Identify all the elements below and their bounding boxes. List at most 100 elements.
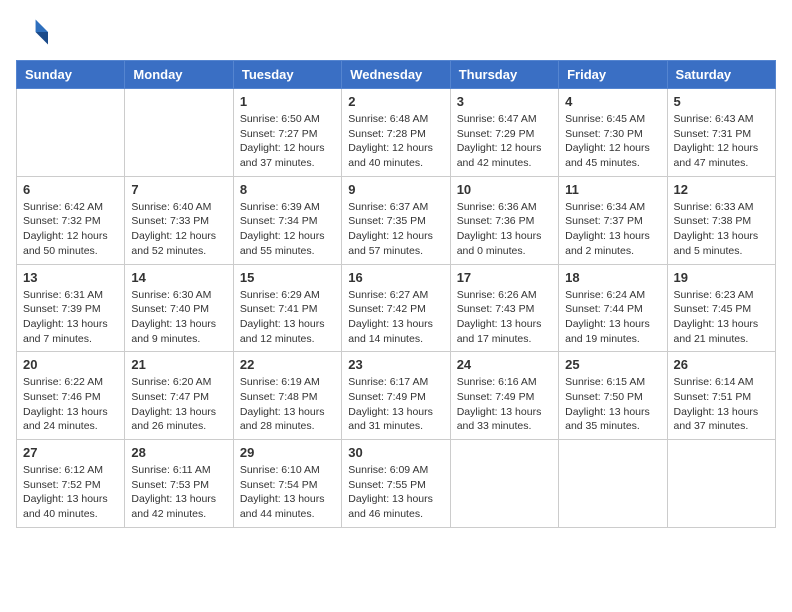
day-info: Sunrise: 6:19 AM Sunset: 7:48 PM Dayligh… xyxy=(240,375,335,434)
day-number: 17 xyxy=(457,270,552,285)
week-row-4: 20 Sunrise: 6:22 AM Sunset: 7:46 PM Dayli… xyxy=(17,352,776,440)
day-number: 16 xyxy=(348,270,443,285)
day-number: 11 xyxy=(565,182,660,197)
day-cell: 13 Sunrise: 6:31 AM Sunset: 7:39 PM Dayli… xyxy=(17,264,125,352)
day-cell: 24 Sunrise: 6:16 AM Sunset: 7:49 PM Dayli… xyxy=(450,352,558,440)
day-number: 23 xyxy=(348,357,443,372)
day-cell: 19 Sunrise: 6:23 AM Sunset: 7:45 PM Dayli… xyxy=(667,264,775,352)
day-cell: 10 Sunrise: 6:36 AM Sunset: 7:36 PM Dayli… xyxy=(450,176,558,264)
day-info: Sunrise: 6:16 AM Sunset: 7:49 PM Dayligh… xyxy=(457,375,552,434)
day-number: 3 xyxy=(457,94,552,109)
day-cell: 3Sunrise: 6:47 AM Sunset: 7:29 PM Daylig… xyxy=(450,89,558,177)
day-number: 21 xyxy=(131,357,226,372)
week-row-3: 13 Sunrise: 6:31 AM Sunset: 7:39 PM Dayli… xyxy=(17,264,776,352)
day-cell: 2Sunrise: 6:48 AM Sunset: 7:28 PM Daylig… xyxy=(342,89,450,177)
day-number: 13 xyxy=(23,270,118,285)
day-info: Sunrise: 6:23 AM Sunset: 7:45 PM Dayligh… xyxy=(674,288,769,347)
day-cell xyxy=(667,440,775,528)
day-info: Sunrise: 6:50 AM Sunset: 7:27 PM Dayligh… xyxy=(240,112,335,171)
day-number: 12 xyxy=(674,182,769,197)
day-cell: 26 Sunrise: 6:14 AM Sunset: 7:51 PM Dayli… xyxy=(667,352,775,440)
page-header xyxy=(16,16,776,48)
calendar: SundayMondayTuesdayWednesdayThursdayFrid… xyxy=(16,60,776,528)
day-cell xyxy=(559,440,667,528)
day-number: 28 xyxy=(131,445,226,460)
logo xyxy=(16,16,52,48)
header-day-friday: Friday xyxy=(559,61,667,89)
day-number: 6 xyxy=(23,182,118,197)
day-number: 22 xyxy=(240,357,335,372)
day-info: Sunrise: 6:14 AM Sunset: 7:51 PM Dayligh… xyxy=(674,375,769,434)
day-info: Sunrise: 6:40 AM Sunset: 7:33 PM Dayligh… xyxy=(131,200,226,259)
day-info: Sunrise: 6:24 AM Sunset: 7:44 PM Dayligh… xyxy=(565,288,660,347)
day-info: Sunrise: 6:10 AM Sunset: 7:54 PM Dayligh… xyxy=(240,463,335,522)
day-cell: 22 Sunrise: 6:19 AM Sunset: 7:48 PM Dayli… xyxy=(233,352,341,440)
day-number: 19 xyxy=(674,270,769,285)
day-info: Sunrise: 6:15 AM Sunset: 7:50 PM Dayligh… xyxy=(565,375,660,434)
day-info: Sunrise: 6:31 AM Sunset: 7:39 PM Dayligh… xyxy=(23,288,118,347)
day-info: Sunrise: 6:37 AM Sunset: 7:35 PM Dayligh… xyxy=(348,200,443,259)
day-cell: 15Sunrise: 6:29 AM Sunset: 7:41 PM Dayli… xyxy=(233,264,341,352)
day-cell: 25 Sunrise: 6:15 AM Sunset: 7:50 PM Dayli… xyxy=(559,352,667,440)
day-cell: 16 Sunrise: 6:27 AM Sunset: 7:42 PM Dayli… xyxy=(342,264,450,352)
day-info: Sunrise: 6:48 AM Sunset: 7:28 PM Dayligh… xyxy=(348,112,443,171)
day-cell: 29 Sunrise: 6:10 AM Sunset: 7:54 PM Dayli… xyxy=(233,440,341,528)
day-info: Sunrise: 6:26 AM Sunset: 7:43 PM Dayligh… xyxy=(457,288,552,347)
day-info: Sunrise: 6:42 AM Sunset: 7:32 PM Dayligh… xyxy=(23,200,118,259)
day-number: 18 xyxy=(565,270,660,285)
day-info: Sunrise: 6:12 AM Sunset: 7:52 PM Dayligh… xyxy=(23,463,118,522)
week-row-5: 27 Sunrise: 6:12 AM Sunset: 7:52 PM Dayli… xyxy=(17,440,776,528)
header-day-sunday: Sunday xyxy=(17,61,125,89)
day-info: Sunrise: 6:43 AM Sunset: 7:31 PM Dayligh… xyxy=(674,112,769,171)
day-info: Sunrise: 6:45 AM Sunset: 7:30 PM Dayligh… xyxy=(565,112,660,171)
day-cell: 4Sunrise: 6:45 AM Sunset: 7:30 PM Daylig… xyxy=(559,89,667,177)
day-cell: 11 Sunrise: 6:34 AM Sunset: 7:37 PM Dayli… xyxy=(559,176,667,264)
day-number: 20 xyxy=(23,357,118,372)
day-info: Sunrise: 6:20 AM Sunset: 7:47 PM Dayligh… xyxy=(131,375,226,434)
day-number: 27 xyxy=(23,445,118,460)
day-cell: 23 Sunrise: 6:17 AM Sunset: 7:49 PM Dayli… xyxy=(342,352,450,440)
day-cell: 14 Sunrise: 6:30 AM Sunset: 7:40 PM Dayli… xyxy=(125,264,233,352)
day-number: 24 xyxy=(457,357,552,372)
calendar-header: SundayMondayTuesdayWednesdayThursdayFrid… xyxy=(17,61,776,89)
day-number: 26 xyxy=(674,357,769,372)
day-cell: 30 Sunrise: 6:09 AM Sunset: 7:55 PM Dayli… xyxy=(342,440,450,528)
calendar-body: 1Sunrise: 6:50 AM Sunset: 7:27 PM Daylig… xyxy=(17,89,776,528)
logo-icon xyxy=(16,16,48,48)
day-info: Sunrise: 6:27 AM Sunset: 7:42 PM Dayligh… xyxy=(348,288,443,347)
header-row: SundayMondayTuesdayWednesdayThursdayFrid… xyxy=(17,61,776,89)
header-day-tuesday: Tuesday xyxy=(233,61,341,89)
day-number: 15 xyxy=(240,270,335,285)
day-number: 30 xyxy=(348,445,443,460)
day-info: Sunrise: 6:22 AM Sunset: 7:46 PM Dayligh… xyxy=(23,375,118,434)
header-day-wednesday: Wednesday xyxy=(342,61,450,89)
day-info: Sunrise: 6:34 AM Sunset: 7:37 PM Dayligh… xyxy=(565,200,660,259)
day-cell: 12 Sunrise: 6:33 AM Sunset: 7:38 PM Dayli… xyxy=(667,176,775,264)
day-info: Sunrise: 6:09 AM Sunset: 7:55 PM Dayligh… xyxy=(348,463,443,522)
day-cell: 20 Sunrise: 6:22 AM Sunset: 7:46 PM Dayli… xyxy=(17,352,125,440)
day-cell: 18 Sunrise: 6:24 AM Sunset: 7:44 PM Dayli… xyxy=(559,264,667,352)
day-info: Sunrise: 6:17 AM Sunset: 7:49 PM Dayligh… xyxy=(348,375,443,434)
day-number: 29 xyxy=(240,445,335,460)
day-cell xyxy=(17,89,125,177)
day-cell: 27 Sunrise: 6:12 AM Sunset: 7:52 PM Dayli… xyxy=(17,440,125,528)
day-number: 25 xyxy=(565,357,660,372)
day-cell: 21 Sunrise: 6:20 AM Sunset: 7:47 PM Dayli… xyxy=(125,352,233,440)
day-cell: 1Sunrise: 6:50 AM Sunset: 7:27 PM Daylig… xyxy=(233,89,341,177)
day-cell: 7 Sunrise: 6:40 AM Sunset: 7:33 PM Daylig… xyxy=(125,176,233,264)
header-day-saturday: Saturday xyxy=(667,61,775,89)
day-number: 10 xyxy=(457,182,552,197)
header-day-monday: Monday xyxy=(125,61,233,89)
day-cell xyxy=(125,89,233,177)
day-cell: 17 Sunrise: 6:26 AM Sunset: 7:43 PM Dayli… xyxy=(450,264,558,352)
day-cell: 28Sunrise: 6:11 AM Sunset: 7:53 PM Dayli… xyxy=(125,440,233,528)
day-number: 5 xyxy=(674,94,769,109)
day-info: Sunrise: 6:36 AM Sunset: 7:36 PM Dayligh… xyxy=(457,200,552,259)
day-info: Sunrise: 6:33 AM Sunset: 7:38 PM Dayligh… xyxy=(674,200,769,259)
week-row-2: 6 Sunrise: 6:42 AM Sunset: 7:32 PM Daylig… xyxy=(17,176,776,264)
day-number: 7 xyxy=(131,182,226,197)
day-info: Sunrise: 6:30 AM Sunset: 7:40 PM Dayligh… xyxy=(131,288,226,347)
day-number: 9 xyxy=(348,182,443,197)
day-info: Sunrise: 6:39 AM Sunset: 7:34 PM Dayligh… xyxy=(240,200,335,259)
day-number: 14 xyxy=(131,270,226,285)
